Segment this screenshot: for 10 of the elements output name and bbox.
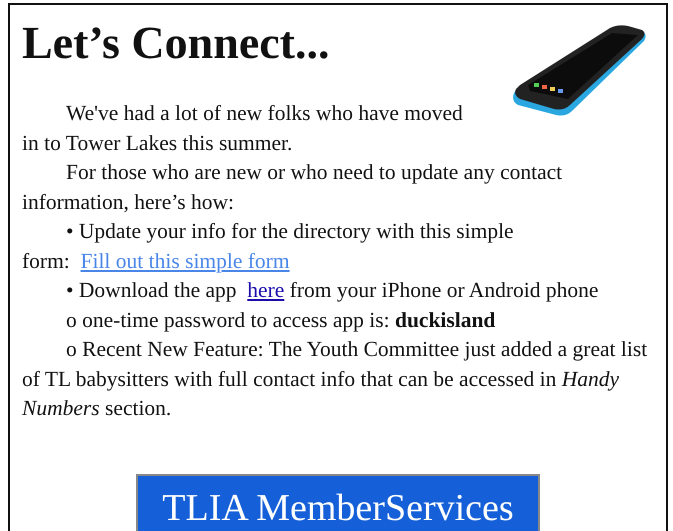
- paragraph: For those who are new or who need to update any contact information, here’s how:: [22, 159, 564, 216]
- heading: Let’s Connect...: [22, 17, 330, 69]
- link[interactable]: Fill out this simple form: [80, 248, 290, 272]
- member-services-banner[interactable]: TLIA MemberServices: [136, 474, 540, 530]
- paragraph: • Download the app here from your iPhone or Android phone: [65, 277, 600, 304]
- paragraph: We've had a lot of new folks who have moved in to Tower Lakes this summer.: [22, 100, 464, 156]
- paragraph: • Update your info for the directory with this simple form: Fill out this simple form: [22, 218, 515, 275]
- paragraph: o one-time password to access app is: duckisland: [65, 306, 496, 334]
- link[interactable]: here: [247, 278, 284, 302]
- paragraph: o Recent New Feature: The Youth Committee just added a great list of TL babysitters with full contact info that can be accessed in Handy Numbers section.: [22, 336, 648, 422]
